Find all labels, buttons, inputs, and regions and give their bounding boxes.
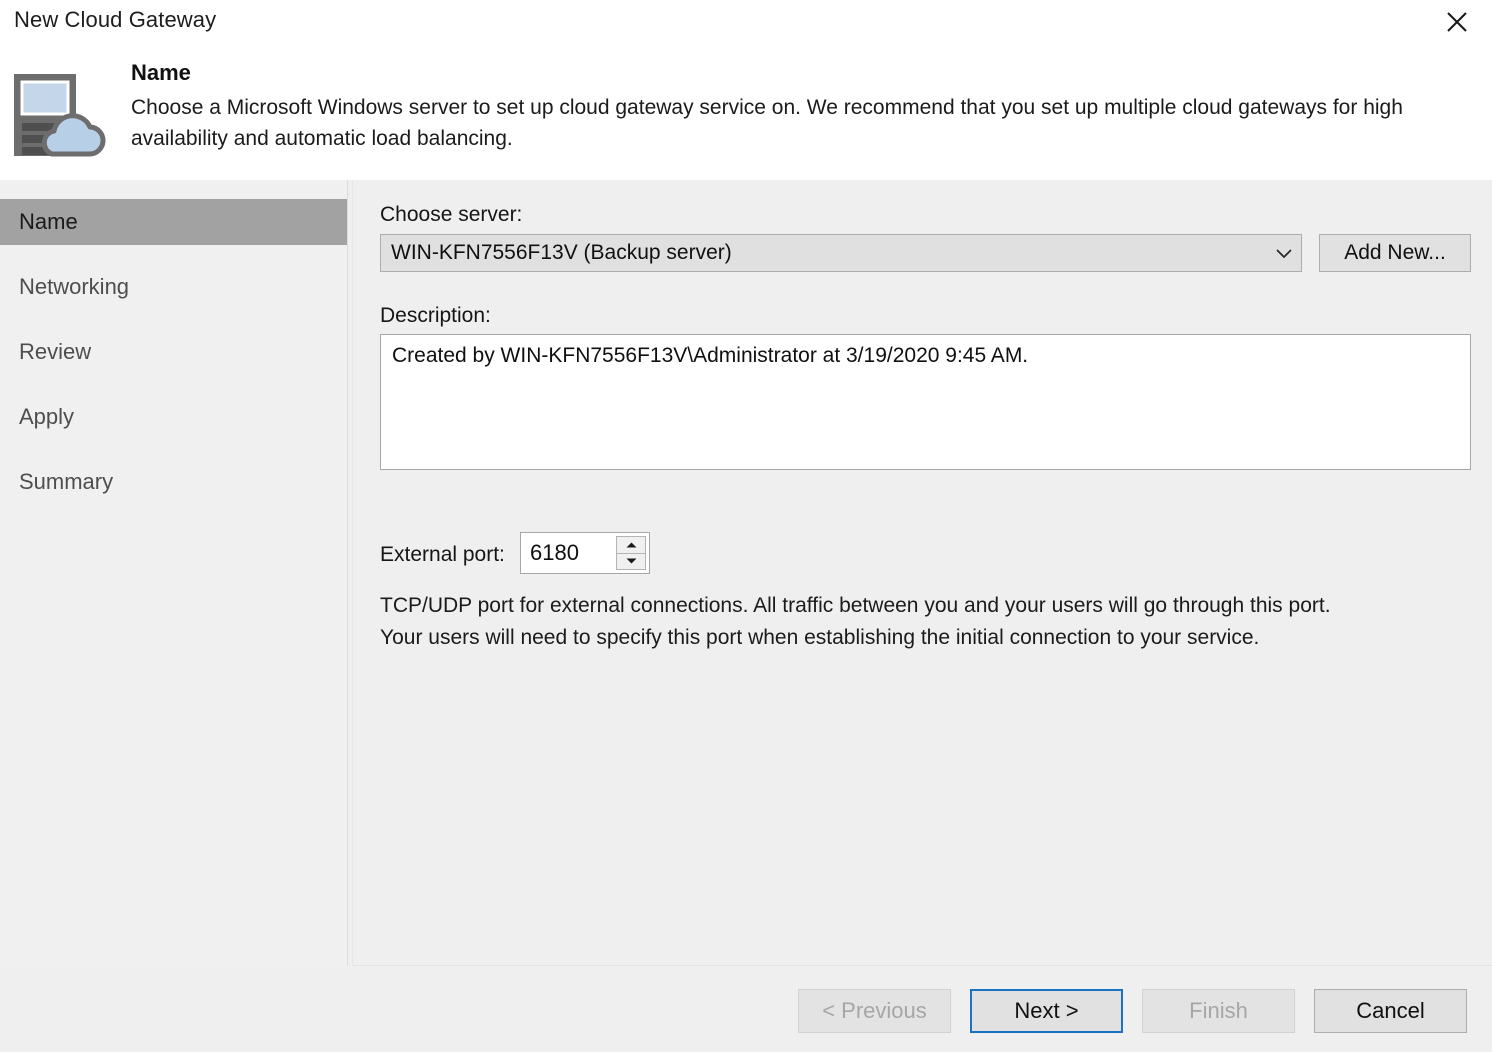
description-textarea[interactable]: Created by WIN-KFN7556F13V\Administrator… — [380, 334, 1471, 470]
port-help-line-1: TCP/UDP port for external connections. A… — [380, 594, 1331, 617]
title-bar: New Cloud Gateway — [0, 0, 1492, 46]
choose-server-dropdown[interactable]: WIN-KFN7556F13V (Backup server) — [380, 234, 1302, 272]
page-description: Choose a Microsoft Windows server to set… — [131, 96, 1403, 150]
wizard-content-panel: Choose server: WIN-KFN7556F13V (Backup s… — [352, 180, 1492, 966]
server-cloud-icon — [8, 66, 114, 166]
sidebar-item-networking[interactable]: Networking — [0, 264, 347, 310]
cancel-button[interactable]: Cancel — [1314, 989, 1467, 1033]
sidebar-item-review[interactable]: Review — [0, 329, 347, 375]
sidebar-item-apply[interactable]: Apply — [0, 394, 347, 440]
choose-server-label: Choose server: — [380, 203, 523, 226]
header-text-block: Name Choose a Microsoft Windows server t… — [131, 58, 1431, 154]
dialog-header: Name Choose a Microsoft Windows server t… — [0, 46, 1492, 180]
sidebar-item-name[interactable]: Name — [0, 199, 347, 245]
external-port-stepper[interactable]: 6180 — [520, 532, 650, 574]
sidebar-item-summary[interactable]: Summary — [0, 459, 347, 505]
external-port-value: 6180 — [530, 540, 579, 565]
window-title: New Cloud Gateway — [14, 7, 217, 32]
triangle-down-icon[interactable] — [616, 552, 646, 570]
choose-server-value: WIN-KFN7556F13V (Backup server) — [391, 241, 732, 264]
external-port-label: External port: — [380, 543, 505, 566]
stepper-buttons — [616, 536, 646, 570]
sidebar-item-label: Summary — [19, 469, 114, 494]
previous-button[interactable]: < Previous — [798, 989, 951, 1033]
dialog-footer: < Previous Next > Finish Cancel — [0, 969, 1492, 1052]
page-title: Name — [131, 60, 191, 85]
port-help-line-2: Your users will need to specify this por… — [380, 626, 1260, 649]
sidebar-item-label: Networking — [19, 274, 130, 299]
sidebar-item-label: Review — [19, 339, 92, 364]
description-label: Description: — [380, 304, 491, 327]
add-new-button[interactable]: Add New... — [1319, 234, 1471, 272]
wizard-step-sidebar: Name Networking Review Apply Summary — [0, 180, 348, 966]
triangle-up-icon[interactable] — [616, 536, 646, 553]
dialog-body: Name Networking Review Apply Summary Cho… — [0, 180, 1492, 969]
external-port-help-text: TCP/UDP port for external connections. A… — [380, 590, 1455, 654]
description-value: Created by WIN-KFN7556F13V\Administrator… — [392, 344, 1029, 367]
sidebar-item-label: Name — [19, 209, 78, 234]
next-button[interactable]: Next > — [970, 989, 1123, 1033]
chevron-down-icon — [1267, 246, 1301, 260]
close-icon[interactable] — [1430, 0, 1484, 44]
sidebar-item-label: Apply — [19, 404, 75, 429]
finish-button[interactable]: Finish — [1142, 989, 1295, 1033]
